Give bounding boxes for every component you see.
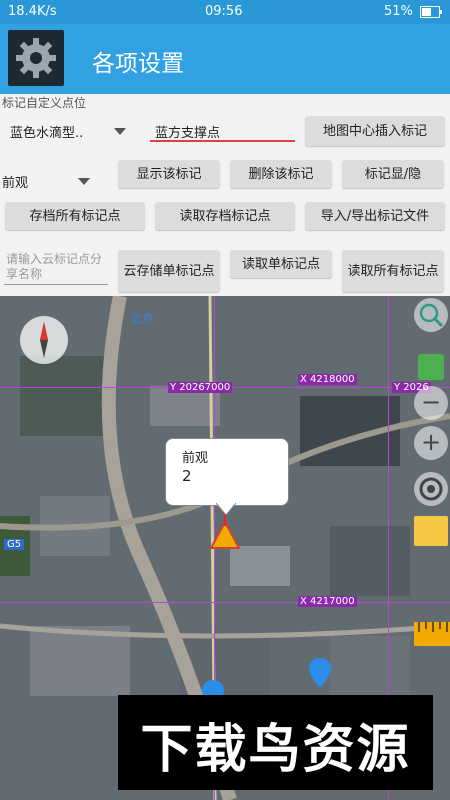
- ruler-icon[interactable]: [414, 622, 450, 646]
- location-label: 北京: [130, 312, 155, 326]
- cloud-share-input[interactable]: 请输入云标记点分享名称: [6, 252, 108, 282]
- status-bar: 18.4K/s 09:56 51%: [0, 0, 450, 24]
- archive-all-button[interactable]: 存档所有标记点: [5, 202, 145, 230]
- chevron-down-icon[interactable]: [78, 178, 90, 185]
- coord-label: X 4217000: [298, 596, 357, 607]
- search-icon[interactable]: [414, 298, 448, 332]
- input-underline: [4, 284, 108, 285]
- cloud-save-single-button[interactable]: 云存储单标记点: [118, 250, 220, 292]
- battery-icon: [420, 6, 442, 18]
- road-badge: G5: [4, 539, 25, 550]
- coord-label: X 4218000: [298, 374, 357, 385]
- signal-speed: 18.4K/s: [8, 4, 57, 19]
- toggle-marker-button[interactable]: 标记显/隐: [342, 160, 444, 188]
- minus-icon[interactable]: −: [414, 386, 448, 420]
- gear-icon[interactable]: [8, 30, 64, 86]
- read-all-button[interactable]: 读取所有标记点: [342, 250, 444, 292]
- import-export-button[interactable]: 导入/导出标记文件: [305, 202, 445, 230]
- coord-label: Y 20267000: [168, 382, 233, 393]
- blue-pin-icon[interactable]: [309, 658, 331, 688]
- warning-marker-icon[interactable]: [210, 514, 240, 552]
- insert-center-marker-button[interactable]: 地图中心插入标记: [305, 116, 445, 146]
- locate-icon[interactable]: [414, 472, 448, 506]
- plus-icon[interactable]: +: [414, 426, 448, 460]
- custom-point-label: 标记自定义点位: [2, 96, 87, 110]
- input-underline: [150, 140, 295, 142]
- show-marker-button[interactable]: 显示该标记: [118, 160, 220, 188]
- settings-panel: 标记自定义点位 蓝色水滴型.. 蓝方支撑点 地图中心插入标记 前观 显示该标记 …: [0, 94, 450, 296]
- read-single-button[interactable]: 读取单标记点: [230, 250, 332, 278]
- grid-line: [0, 602, 450, 603]
- marker-popup[interactable]: 前观 2: [165, 438, 289, 506]
- android-icon[interactable]: [418, 354, 444, 380]
- popup-tail: [216, 503, 236, 515]
- battery-level: 51%: [384, 4, 413, 19]
- clock: 09:56: [205, 4, 243, 19]
- app-bar: 各项设置: [0, 24, 450, 94]
- popup-value: 2: [182, 467, 192, 485]
- page-title: 各项设置: [92, 51, 184, 77]
- popup-title: 前观: [182, 451, 209, 466]
- marker-select[interactable]: 前观: [2, 172, 28, 191]
- marker-name-input[interactable]: 蓝方支撑点: [155, 122, 220, 141]
- delete-marker-button[interactable]: 删除该标记: [230, 160, 332, 188]
- chevron-down-icon[interactable]: [114, 128, 126, 135]
- marker-style-select[interactable]: 蓝色水滴型..: [10, 122, 83, 141]
- watermark-text: 下载鸟资源: [140, 720, 411, 780]
- folder-icon[interactable]: [414, 516, 448, 546]
- watermark-banner: 下载鸟资源: [118, 695, 433, 790]
- compass-icon[interactable]: [20, 316, 68, 364]
- read-archive-button[interactable]: 读取存档标记点: [155, 202, 295, 230]
